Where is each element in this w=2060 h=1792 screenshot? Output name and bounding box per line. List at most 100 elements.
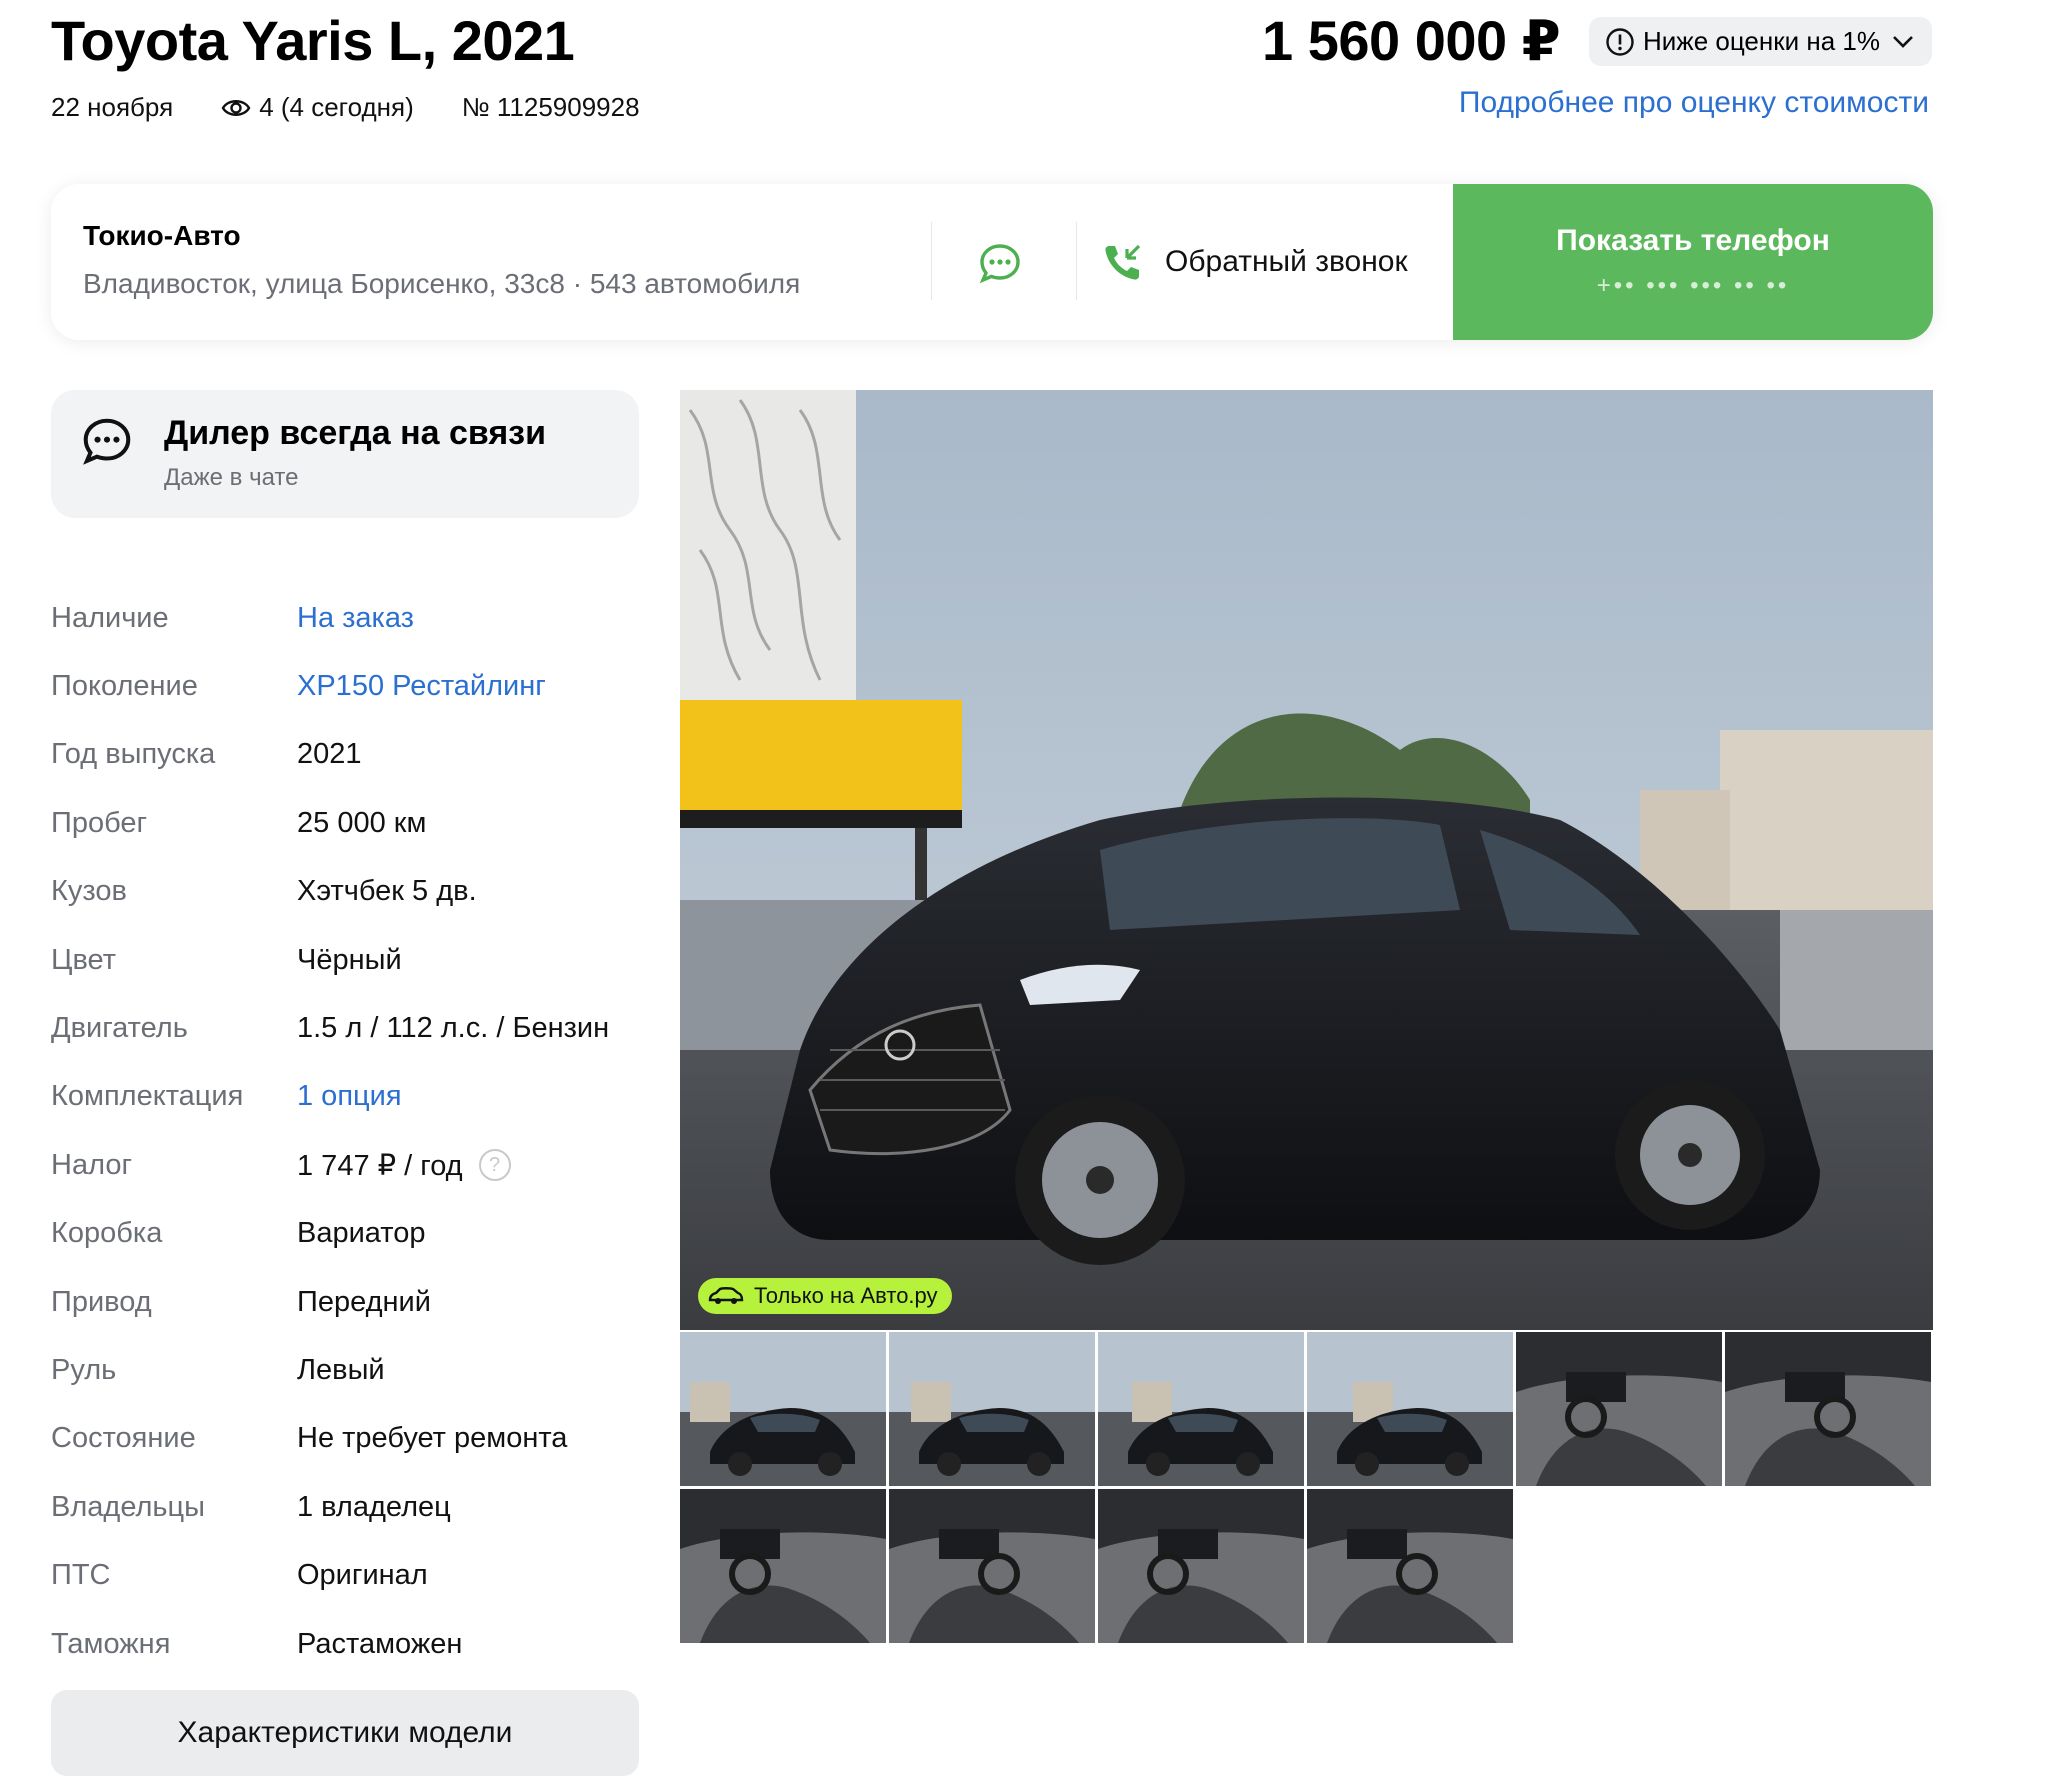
- spec-value-text: 1.5 л / 112 л.с. / Бензин: [297, 1012, 610, 1045]
- thumbnail-image: [1098, 1332, 1304, 1486]
- thumbnail-interior[interactable]: [680, 1489, 886, 1643]
- spec-value: Вариатор: [297, 1217, 426, 1250]
- spec-label: Коробка: [51, 1217, 163, 1250]
- dealer-address: Владивосток, улица Борисенко, 33с8 · 543…: [83, 268, 801, 299]
- spec-label: Кузов: [51, 875, 127, 908]
- show-phone-button[interactable]: Показать телефон +•• ••• ••• •• ••: [1453, 184, 1933, 340]
- spec-value-text: Оригинал: [297, 1559, 428, 1592]
- thumbnail-image: [1516, 1332, 1722, 1486]
- eye-icon: [221, 99, 251, 116]
- spec-row: Привод Передний: [51, 1268, 651, 1336]
- spec-label: Цвет: [51, 943, 116, 976]
- chevron-down-icon: [1893, 35, 1913, 48]
- spec-row: Налог 1 747 ₽ / год?: [51, 1131, 651, 1199]
- spec-value: 2021: [297, 738, 362, 771]
- thumbnail-image: [889, 1332, 1095, 1486]
- thumbnail-interior[interactable]: [1307, 1489, 1513, 1643]
- spec-row: Состояние Не требует ремонта: [51, 1405, 651, 1473]
- spec-value: 1.5 л / 112 л.с. / Бензин: [297, 1012, 609, 1045]
- spec-label: Пробег: [51, 806, 148, 839]
- thumbnail-image: [889, 1489, 1095, 1643]
- spec-value[interactable]: На заказ: [297, 602, 414, 635]
- callback-button[interactable]: Обратный звонок: [1101, 240, 1408, 284]
- spec-row: Поколение XP150 Рестайлинг: [51, 652, 651, 720]
- spec-label: Состояние: [51, 1422, 196, 1455]
- chat-icon: [83, 418, 131, 465]
- spec-value-text: 25 000 км: [297, 806, 427, 839]
- thumbnail-interior[interactable]: [1516, 1332, 1722, 1486]
- views-text: 4 (4 сегодня): [259, 92, 414, 122]
- spec-row: Комплектация 1 опция: [51, 1063, 651, 1131]
- contact-box-title: Дилер всегда на связи: [164, 414, 546, 452]
- spec-row: Коробка Вариатор: [51, 1200, 651, 1268]
- spec-value-text: Хэтчбек 5 дв.: [297, 875, 477, 908]
- spec-value-text: 2021: [297, 738, 362, 771]
- masked-phone: +•• ••• ••• •• ••: [1596, 272, 1790, 299]
- spec-value-text: XP150 Рестайлинг: [297, 670, 546, 703]
- spec-value-text: 1 владелец: [297, 1490, 451, 1523]
- show-phone-label: Показать телефон: [1556, 224, 1830, 257]
- spec-label: Владельцы: [51, 1490, 205, 1523]
- spec-value[interactable]: XP150 Рестайлинг: [297, 670, 546, 703]
- thumbnail-image: [1307, 1332, 1513, 1486]
- listing-date: 22 ноября: [51, 92, 174, 122]
- spec-value-text: Вариатор: [297, 1217, 426, 1250]
- help-icon[interactable]: ?: [478, 1149, 511, 1182]
- spec-value: Чёрный: [297, 944, 402, 977]
- thumbnail-exterior[interactable]: [1098, 1332, 1304, 1486]
- spec-value: Не требует ремонта: [297, 1422, 567, 1455]
- spec-label: Наличие: [51, 601, 169, 634]
- spec-row: Цвет Чёрный: [51, 926, 651, 994]
- thumbnail-exterior[interactable]: [680, 1332, 886, 1486]
- price: 1 560 000 ₽: [1262, 9, 1561, 72]
- thumbnail-interior[interactable]: [1725, 1332, 1931, 1486]
- spec-label: Комплектация: [51, 1080, 244, 1113]
- thumbnail-exterior[interactable]: [1307, 1332, 1513, 1486]
- model-specs-button[interactable]: Характеристики модели: [51, 1690, 639, 1776]
- main-photo[interactable]: [680, 390, 1933, 1330]
- thumbnail-image: [1098, 1489, 1304, 1643]
- spec-label: Год выпуска: [51, 738, 216, 771]
- listing-title: Toyota Yaris L, 2021: [51, 9, 575, 72]
- spec-value: 1 владелец: [297, 1491, 451, 1524]
- thumbnail-image: [1307, 1489, 1513, 1643]
- specs-list: Наличие На заказ Поколение XP150 Рестайлинг…: [51, 584, 651, 1678]
- spec-value-text: Передний: [297, 1285, 431, 1318]
- exclusive-badge-text: Только на Авто.ру: [754, 1283, 938, 1308]
- chat-button[interactable]: [976, 240, 1024, 288]
- spec-label: Поколение: [51, 670, 198, 703]
- thumbnail-interior[interactable]: [889, 1489, 1095, 1643]
- spec-row: Владельцы 1 владелец: [51, 1473, 651, 1541]
- price-evaluation-link[interactable]: Подробнее про оценку стоимости: [1459, 86, 1929, 120]
- spec-value: Растаможен: [297, 1628, 462, 1661]
- spec-value-text: Чёрный: [297, 943, 402, 976]
- spec-value-text: 1 747 ₽ / год: [297, 1149, 463, 1182]
- spec-value: Хэтчбек 5 дв.: [297, 875, 477, 908]
- spec-row: Двигатель 1.5 л / 112 л.с. / Бензин: [51, 994, 651, 1062]
- spec-value: Передний: [297, 1286, 431, 1319]
- spec-row: Наличие На заказ: [51, 584, 651, 652]
- dealer-name[interactable]: Токио-Авто: [83, 220, 241, 252]
- thumbnail-image: [680, 1489, 886, 1643]
- spec-value[interactable]: 1 опция: [297, 1080, 402, 1113]
- thumbnail-interior[interactable]: [1098, 1489, 1304, 1643]
- thumbnail-image: [680, 1332, 886, 1486]
- thumbnail-exterior[interactable]: [889, 1332, 1095, 1486]
- spec-row: Год выпуска 2021: [51, 721, 651, 789]
- spec-value: Оригинал: [297, 1559, 428, 1592]
- spec-row: Пробег 25 000 км: [51, 789, 651, 857]
- chat-icon: [979, 244, 1020, 284]
- phone-callback-icon: [1105, 244, 1141, 280]
- listing-meta: 22 ноября 4 (4 сегодня) № 1125909928: [51, 92, 640, 123]
- spec-value-text: 1 опция: [297, 1080, 402, 1113]
- spec-value: 1 747 ₽ / год?: [297, 1148, 511, 1183]
- spec-value-text: Не требует ремонта: [297, 1422, 568, 1455]
- spec-label: ПТС: [51, 1559, 111, 1592]
- dealer-always-online-box[interactable]: Дилер всегда на связи Даже в чате: [51, 390, 639, 518]
- price-estimate-badge[interactable]: Ниже оценки на 1%: [1589, 17, 1932, 66]
- views-count: 4 (4 сегодня): [221, 92, 414, 123]
- spec-value-text: Левый: [297, 1353, 385, 1386]
- divider: [1076, 222, 1077, 300]
- spec-value: 25 000 км: [297, 807, 426, 840]
- callback-label: Обратный звонок: [1165, 245, 1408, 278]
